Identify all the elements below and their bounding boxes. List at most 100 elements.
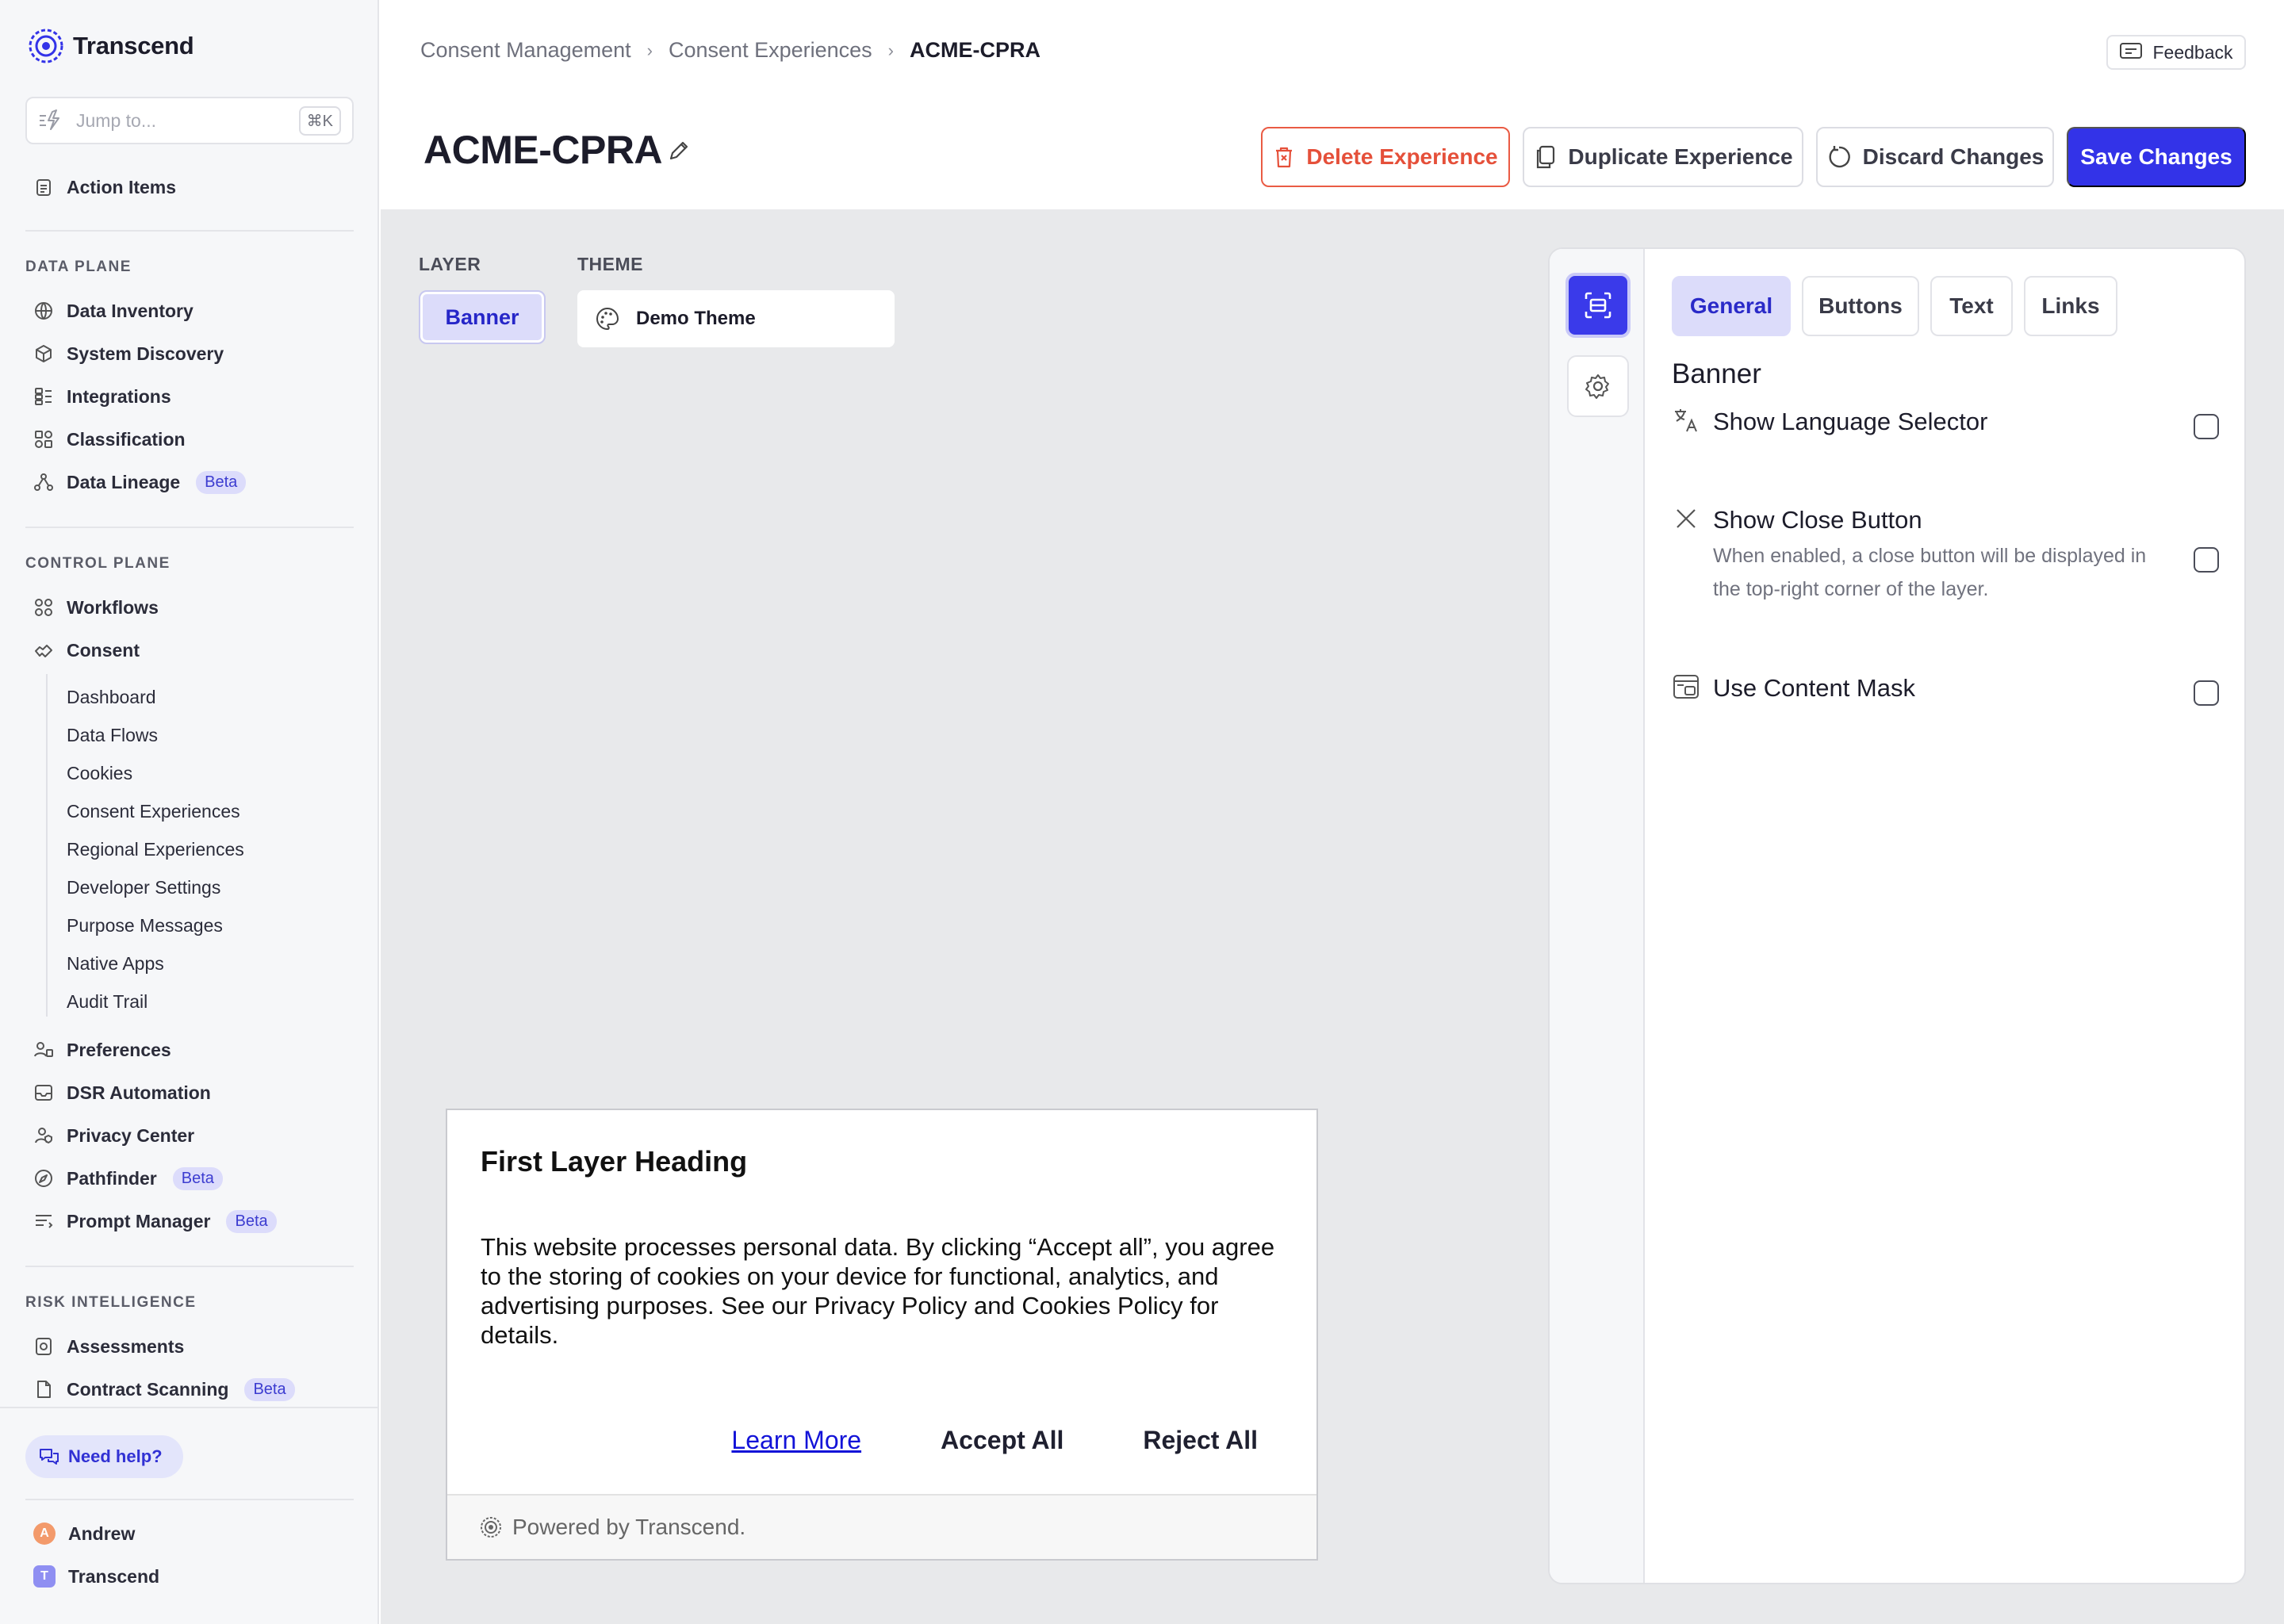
- people-icon: [34, 1042, 53, 1057]
- save-changes-button[interactable]: Save Changes: [2067, 127, 2246, 187]
- pencil-icon: [669, 141, 688, 160]
- subnav-consent-experiences[interactable]: Consent Experiences: [67, 801, 240, 822]
- nav-label: Classification: [67, 428, 186, 450]
- subnav-cookies[interactable]: Cookies: [67, 763, 132, 784]
- nav-label: DSR Automation: [67, 1082, 211, 1103]
- nav-assessments[interactable]: Assessments: [33, 1331, 184, 1362]
- tab-links[interactable]: Links: [2024, 276, 2117, 336]
- beta-badge: Beta: [244, 1377, 295, 1401]
- beta-badge: Beta: [172, 1166, 223, 1190]
- duplicate-experience-button[interactable]: Duplicate Experience: [1523, 127, 1803, 187]
- subnav-data-flows[interactable]: Data Flows: [67, 725, 158, 746]
- subnav-audit-trail[interactable]: Audit Trail: [67, 991, 148, 1013]
- subnav-regional-experiences[interactable]: Regional Experiences: [67, 839, 244, 860]
- reject-all-button[interactable]: Reject All: [1143, 1426, 1258, 1455]
- nav-label: Assessments: [67, 1335, 185, 1357]
- subnav-developer-settings[interactable]: Developer Settings: [67, 877, 220, 898]
- divider: [0, 1407, 379, 1408]
- undo-circle-icon: [1829, 146, 1850, 168]
- chat-bubbles-icon: [40, 1449, 59, 1465]
- need-help-button[interactable]: Need help?: [25, 1435, 183, 1478]
- nav-system-discovery[interactable]: System Discovery: [33, 338, 224, 370]
- globe-icon: [35, 302, 52, 320]
- tab-general[interactable]: General: [1672, 276, 1791, 336]
- show-language-selector-checkbox[interactable]: [2194, 414, 2219, 439]
- option-title: Show Close Button: [1713, 506, 1922, 534]
- save-changes-label: Save Changes: [2080, 144, 2232, 169]
- breadcrumb-consent-experiences[interactable]: Consent Experiences: [669, 38, 872, 63]
- divider: [25, 1266, 354, 1267]
- feedback-button[interactable]: Feedback: [2106, 35, 2246, 70]
- nav-classification[interactable]: Classification: [33, 423, 186, 455]
- nav-privacy-center[interactable]: Privacy Center: [33, 1120, 194, 1151]
- trash-icon: [1276, 147, 1293, 168]
- nav-label: Pathfinder: [67, 1167, 157, 1189]
- org-menu[interactable]: T Transcend: [33, 1561, 159, 1592]
- bolt-search-icon: [40, 109, 59, 130]
- subnav-native-apps[interactable]: Native Apps: [67, 953, 164, 975]
- nav-label: Preferences: [67, 1039, 171, 1060]
- theme-selector[interactable]: Demo Theme: [577, 290, 895, 347]
- nav-data-lineage[interactable]: Data Lineage Beta: [33, 466, 247, 498]
- discard-changes-button[interactable]: Discard Changes: [1816, 127, 2054, 187]
- sidebar: Transcend Jump to... ⌘K Action Items DAT…: [0, 0, 379, 1624]
- theme-label: THEME: [577, 254, 643, 274]
- consent-banner-preview: First Layer Heading This website process…: [446, 1109, 1318, 1561]
- nav-label: Data Inventory: [67, 300, 194, 321]
- divider: [25, 1499, 354, 1500]
- layout-settings-button[interactable]: [1565, 273, 1631, 338]
- app-logo[interactable]: Transcend: [27, 27, 194, 65]
- accept-all-button[interactable]: Accept All: [941, 1426, 1063, 1455]
- gear-settings-button[interactable]: [1567, 355, 1629, 417]
- user-menu[interactable]: A Andrew: [33, 1518, 135, 1549]
- nav-label: Contract Scanning: [67, 1378, 229, 1400]
- nav-label: Workflows: [67, 596, 159, 618]
- divider: [25, 527, 354, 528]
- nav-data-inventory[interactable]: Data Inventory: [33, 295, 194, 327]
- nav-prompt-manager[interactable]: Prompt Manager Beta: [33, 1205, 277, 1237]
- nav-dsr-automation[interactable]: DSR Automation: [33, 1077, 211, 1109]
- layer-selector[interactable]: Banner: [419, 290, 546, 344]
- beta-badge: Beta: [196, 470, 247, 494]
- frame-select-icon: [1585, 292, 1611, 319]
- banner-actions: Learn More Accept All Reject All: [731, 1426, 1258, 1455]
- breadcrumb-current: ACME-CPRA: [909, 38, 1040, 62]
- subnav-purpose-messages[interactable]: Purpose Messages: [67, 915, 223, 936]
- nav-preferences[interactable]: Preferences: [33, 1034, 171, 1066]
- integrations-icon: [35, 388, 52, 405]
- nav-action-items[interactable]: Action Items: [33, 171, 176, 203]
- section-risk-intelligence: RISK INTELLIGENCE: [25, 1294, 197, 1311]
- transcend-logo-icon: [29, 29, 63, 63]
- need-help-label: Need help?: [68, 1446, 163, 1466]
- nav-label: System Discovery: [67, 343, 224, 364]
- jump-to-input[interactable]: Jump to... ⌘K: [25, 97, 354, 144]
- user-name: Andrew: [68, 1522, 136, 1544]
- tab-text[interactable]: Text: [1930, 276, 2013, 336]
- breadcrumb-consent-management[interactable]: Consent Management: [420, 38, 631, 63]
- assessment-icon: [36, 1338, 52, 1355]
- nav-pathfinder[interactable]: Pathfinder Beta: [33, 1162, 223, 1194]
- show-close-button-checkbox[interactable]: [2194, 547, 2219, 573]
- panel-heading: Banner: [1672, 358, 1761, 389]
- layer-label: LAYER: [419, 254, 481, 274]
- tab-buttons[interactable]: Buttons: [1802, 276, 1919, 336]
- nav-label: Privacy Center: [67, 1124, 195, 1146]
- use-content-mask-checkbox[interactable]: [2194, 680, 2219, 706]
- translate-icon: [1672, 406, 1700, 439]
- delete-experience-button[interactable]: Delete Experience: [1261, 127, 1510, 187]
- lineage-icon: [34, 473, 53, 491]
- user-shield-icon: [35, 1128, 52, 1144]
- nav-workflows[interactable]: Workflows: [33, 592, 159, 623]
- inbox-icon: [35, 1085, 52, 1101]
- close-icon: [1672, 504, 1700, 537]
- clipboard-icon: [36, 179, 51, 196]
- edit-title-button[interactable]: [666, 138, 692, 167]
- nav-contract-scanning[interactable]: Contract Scanning Beta: [33, 1373, 295, 1405]
- nav-integrations[interactable]: Integrations: [33, 381, 171, 412]
- avatar: A: [33, 1522, 56, 1545]
- subnav-dashboard[interactable]: Dashboard: [67, 687, 156, 708]
- nav-consent[interactable]: Consent: [33, 634, 140, 666]
- banner-heading: First Layer Heading: [481, 1145, 748, 1178]
- learn-more-link[interactable]: Learn More: [731, 1426, 861, 1455]
- submenu-guide-line: [46, 674, 48, 1017]
